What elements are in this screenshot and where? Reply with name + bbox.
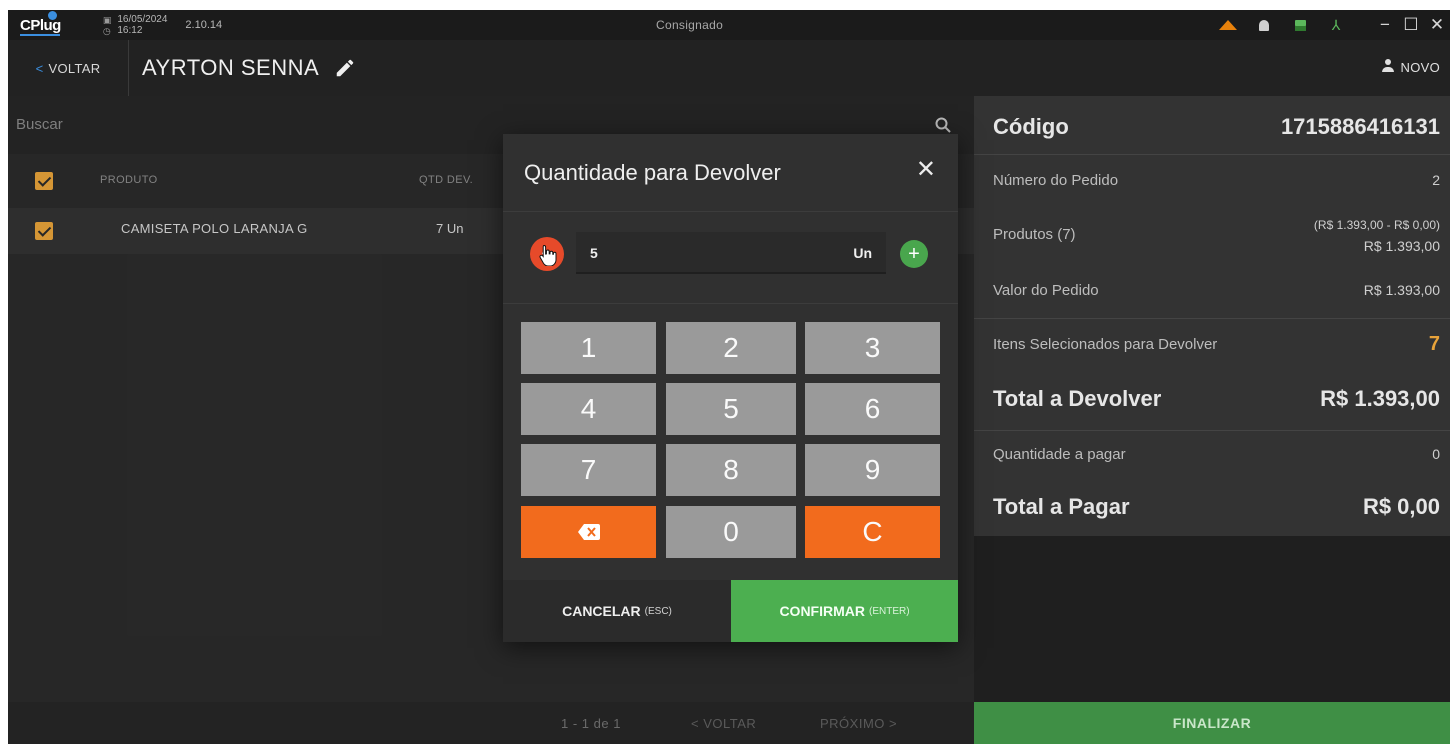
code-label: Código xyxy=(993,114,1069,139)
app-window: CPlug ▣ ◷ 16/05/2024 16:12 2.10.14 Consi… xyxy=(8,10,1450,744)
new-button[interactable]: NOVO xyxy=(1381,59,1440,75)
quantity-row: − 5 Un + xyxy=(503,212,958,304)
key-0[interactable]: 0 xyxy=(666,506,796,558)
dialog-footer: CANCELAR (ESC) CONFIRMAR (ENTER) xyxy=(503,580,958,642)
page-info: 1 - 1 de 1 xyxy=(561,716,621,731)
maximize-icon[interactable]: ☐ xyxy=(1398,15,1424,35)
quantity-field[interactable]: 5 Un xyxy=(576,232,886,274)
current-time: 16:12 xyxy=(117,25,143,36)
products-value: R$ 1.393,00 xyxy=(1363,238,1440,254)
order-value-label: Valor do Pedido xyxy=(993,282,1099,299)
key-5[interactable]: 5 xyxy=(666,383,796,435)
back-label: VOLTAR xyxy=(48,60,101,76)
cplug-logo: CPlug xyxy=(20,10,61,34)
search-input[interactable]: Buscar xyxy=(16,116,63,133)
datetime: 16/05/2024 16:12 xyxy=(117,14,167,36)
qty-to-pay-value: 0 xyxy=(1432,446,1440,462)
dialog-header: Quantidade para Devolver ✕ xyxy=(503,134,958,212)
logo-underline xyxy=(20,34,60,36)
products-label: Produtos (7) xyxy=(993,226,1076,243)
order-value: R$ 1.393,00 xyxy=(1363,282,1440,298)
bell-icon[interactable] xyxy=(1246,19,1282,31)
row-product: CAMISETA POLO LARANJA G xyxy=(121,221,308,236)
back-button[interactable]: < VOLTAR xyxy=(8,40,129,96)
column-product: PRODUTO xyxy=(100,174,158,186)
cancel-label: CANCELAR xyxy=(562,603,641,619)
order-summary: Código 1715886416131 Número do Pedido 2 … xyxy=(974,96,1450,536)
datetime-icons: ▣ ◷ xyxy=(103,15,112,36)
key-6[interactable]: 6 xyxy=(805,383,940,435)
order-number-value: 2 xyxy=(1432,172,1440,188)
select-all-checkbox[interactable] xyxy=(35,172,53,190)
backspace-icon xyxy=(577,524,600,540)
selected-items-label: Itens Selecionados para Devolver xyxy=(993,336,1218,353)
summary-panel: Código 1715886416131 Número do Pedido 2 … xyxy=(974,96,1450,744)
backspace-key[interactable] xyxy=(521,506,656,558)
edit-icon[interactable] xyxy=(334,57,356,79)
total-pay-label: Total a Pagar xyxy=(993,494,1130,519)
clear-key[interactable]: C xyxy=(805,506,940,558)
row-qty: 7 Un xyxy=(436,221,464,236)
confirm-button[interactable]: CONFIRMAR (ENTER) xyxy=(731,580,958,642)
prev-page-button[interactable]: < VOLTAR xyxy=(691,716,756,731)
column-qty: QTD DEV. xyxy=(419,174,474,186)
quantity-value: 5 xyxy=(590,245,598,261)
close-window-icon[interactable]: ✕ xyxy=(1424,15,1450,35)
total-pay-value: R$ 0,00 xyxy=(1362,494,1440,519)
total-return-label: Total a Devolver xyxy=(993,386,1162,411)
title-bar: CPlug ▣ ◷ 16/05/2024 16:12 2.10.14 Consi… xyxy=(8,10,1450,40)
key-7[interactable]: 7 xyxy=(521,444,656,496)
search-icon[interactable] xyxy=(935,117,951,133)
clock-icon: ◷ xyxy=(102,25,111,36)
finalize-button[interactable]: FINALIZAR xyxy=(974,702,1450,744)
header-bar: < VOLTAR AYRTON SENNA NOVO xyxy=(8,40,1450,96)
quantity-dialog: Quantidade para Devolver ✕ − 5 Un + 1 2 … xyxy=(503,134,958,642)
key-1[interactable]: 1 xyxy=(521,322,656,374)
key-4[interactable]: 4 xyxy=(521,383,656,435)
titlebar-icons: ⅄ − ☐ ✕ xyxy=(1210,10,1450,40)
order-number-label: Número do Pedido xyxy=(993,172,1119,189)
chevron-left-icon: < xyxy=(35,60,44,76)
window-title: Consignado xyxy=(656,18,724,32)
minimize-icon[interactable]: − xyxy=(1372,15,1398,35)
server-icon[interactable] xyxy=(1282,19,1318,31)
client-name: AYRTON SENNA xyxy=(142,55,320,80)
hand-cursor-icon xyxy=(539,244,557,266)
increment-button[interactable]: + xyxy=(900,240,928,268)
network-icon[interactable]: ⅄ xyxy=(1318,17,1354,34)
warning-icon[interactable] xyxy=(1210,20,1246,30)
key-3[interactable]: 3 xyxy=(805,322,940,374)
calendar-icon: ▣ xyxy=(102,14,112,25)
dialog-title: Quantidade para Devolver xyxy=(524,160,781,185)
current-date: 16/05/2024 xyxy=(117,14,168,25)
next-page-button[interactable]: PRÓXIMO > xyxy=(820,716,897,731)
app-version: 2.10.14 xyxy=(185,19,223,31)
confirm-label: CONFIRMAR xyxy=(779,603,865,619)
confirm-hint: (ENTER) xyxy=(868,605,910,617)
cancel-button[interactable]: CANCELAR (ESC) xyxy=(503,580,731,642)
code-value: 1715886416131 xyxy=(1280,114,1440,139)
key-2[interactable]: 2 xyxy=(666,322,796,374)
selected-items-value: 7 xyxy=(1428,333,1440,355)
total-return-value: R$ 1.393,00 xyxy=(1320,386,1440,411)
cancel-hint: (ESC) xyxy=(644,605,672,617)
new-label: NOVO xyxy=(1400,60,1440,75)
products-breakdown: (R$ 1.393,00 - R$ 0,00) xyxy=(1313,218,1440,232)
pagination-bar: 1 - 1 de 1 < VOLTAR PRÓXIMO > xyxy=(8,702,974,744)
person-icon xyxy=(1381,59,1394,72)
quantity-unit: Un xyxy=(853,245,872,261)
close-icon[interactable]: ✕ xyxy=(916,158,936,182)
key-8[interactable]: 8 xyxy=(666,444,796,496)
row-checkbox[interactable] xyxy=(35,222,53,240)
qty-to-pay-label: Quantidade a pagar xyxy=(993,446,1126,463)
key-9[interactable]: 9 xyxy=(805,444,940,496)
